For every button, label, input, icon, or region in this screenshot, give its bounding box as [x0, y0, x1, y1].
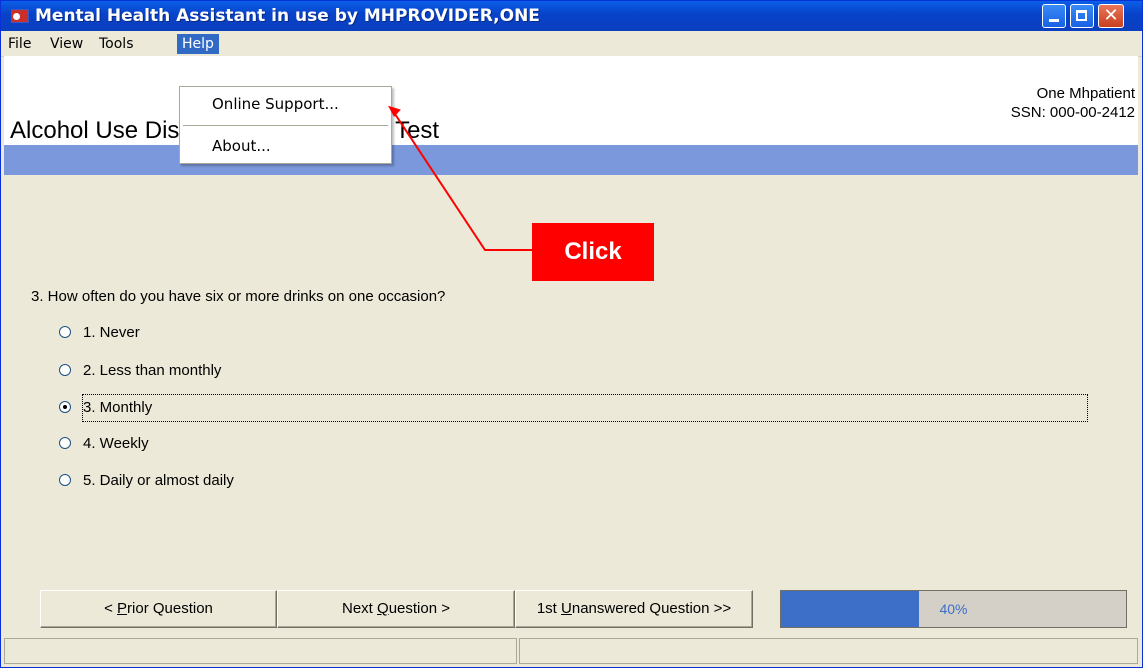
button-label: uestion > — [388, 600, 450, 617]
patient-name: One Mhpatient — [1036, 85, 1135, 102]
status-panel-right — [519, 638, 1138, 664]
button-label: Next — [342, 600, 378, 617]
assessment-header: Alcohol Use Disorders Identification Tes… — [4, 56, 1138, 145]
radio-button[interactable] — [59, 326, 71, 338]
progress-label: 40% — [939, 601, 968, 617]
title-bar[interactable]: Mental Health Assistant in use by MHPROV… — [1, 1, 1142, 31]
button-label: nanswered Question >> — [571, 600, 732, 617]
progress-bar: 40% — [780, 590, 1127, 628]
option-label: 5. Daily or almost daily — [83, 472, 234, 489]
question-text: 3. How often do you have six or more dri… — [31, 288, 446, 305]
main-window: Mental Health Assistant in use by MHPROV… — [0, 0, 1143, 668]
button-label: rior Question — [127, 600, 213, 617]
menu-item-online-support[interactable]: Online Support... — [212, 95, 339, 113]
click-callout: Click — [532, 223, 654, 281]
menu-separator — [183, 125, 388, 126]
prior-question-button[interactable]: < Prior Question — [40, 590, 277, 628]
menu-tools[interactable]: Tools — [94, 34, 139, 54]
option-label: 1. Never — [83, 324, 140, 341]
menu-bar: File View Tools Help — [1, 31, 1142, 57]
button-label: < — [104, 600, 118, 617]
option-label: 4. Weekly — [83, 435, 149, 452]
radio-button[interactable] — [59, 437, 71, 449]
button-label: 1st — [536, 600, 562, 617]
menu-view[interactable]: View — [45, 34, 88, 54]
menu-item-about[interactable]: About... — [212, 137, 271, 155]
radio-button[interactable] — [59, 364, 71, 376]
mnemonic: U — [561, 600, 572, 617]
maximize-button[interactable] — [1070, 4, 1094, 28]
menu-help[interactable]: Help — [177, 34, 219, 54]
patient-ssn: SSN: 000-00-2412 — [1010, 104, 1135, 121]
close-button[interactable]: ✕ — [1098, 4, 1124, 28]
radio-button[interactable] — [59, 474, 71, 486]
status-panel-left — [4, 638, 517, 664]
mnemonic: P — [117, 600, 128, 617]
help-menu-dropdown: Online Support... About... — [179, 86, 392, 164]
option-label: 3. Monthly — [83, 399, 153, 416]
radio-button-selected[interactable] — [59, 401, 71, 413]
focus-rectangle — [82, 394, 1088, 422]
option-label: 2. Less than monthly — [83, 362, 222, 379]
header-band — [4, 145, 1138, 175]
patient-info: One Mhpatient SSN: 000-00-2412 — [1011, 84, 1135, 122]
menu-file[interactable]: File — [3, 34, 36, 54]
maximize-icon — [1076, 10, 1087, 21]
window-title: Mental Health Assistant in use by MHPROV… — [35, 6, 540, 26]
app-icon[interactable] — [11, 9, 29, 23]
first-unanswered-button[interactable]: 1st Unanswered Question >> — [515, 590, 753, 628]
next-question-button[interactable]: Next Question > — [277, 590, 515, 628]
close-icon: ✕ — [1103, 5, 1119, 26]
mnemonic: Q — [377, 600, 389, 617]
minimize-icon — [1049, 19, 1059, 22]
minimize-button[interactable] — [1042, 4, 1066, 28]
